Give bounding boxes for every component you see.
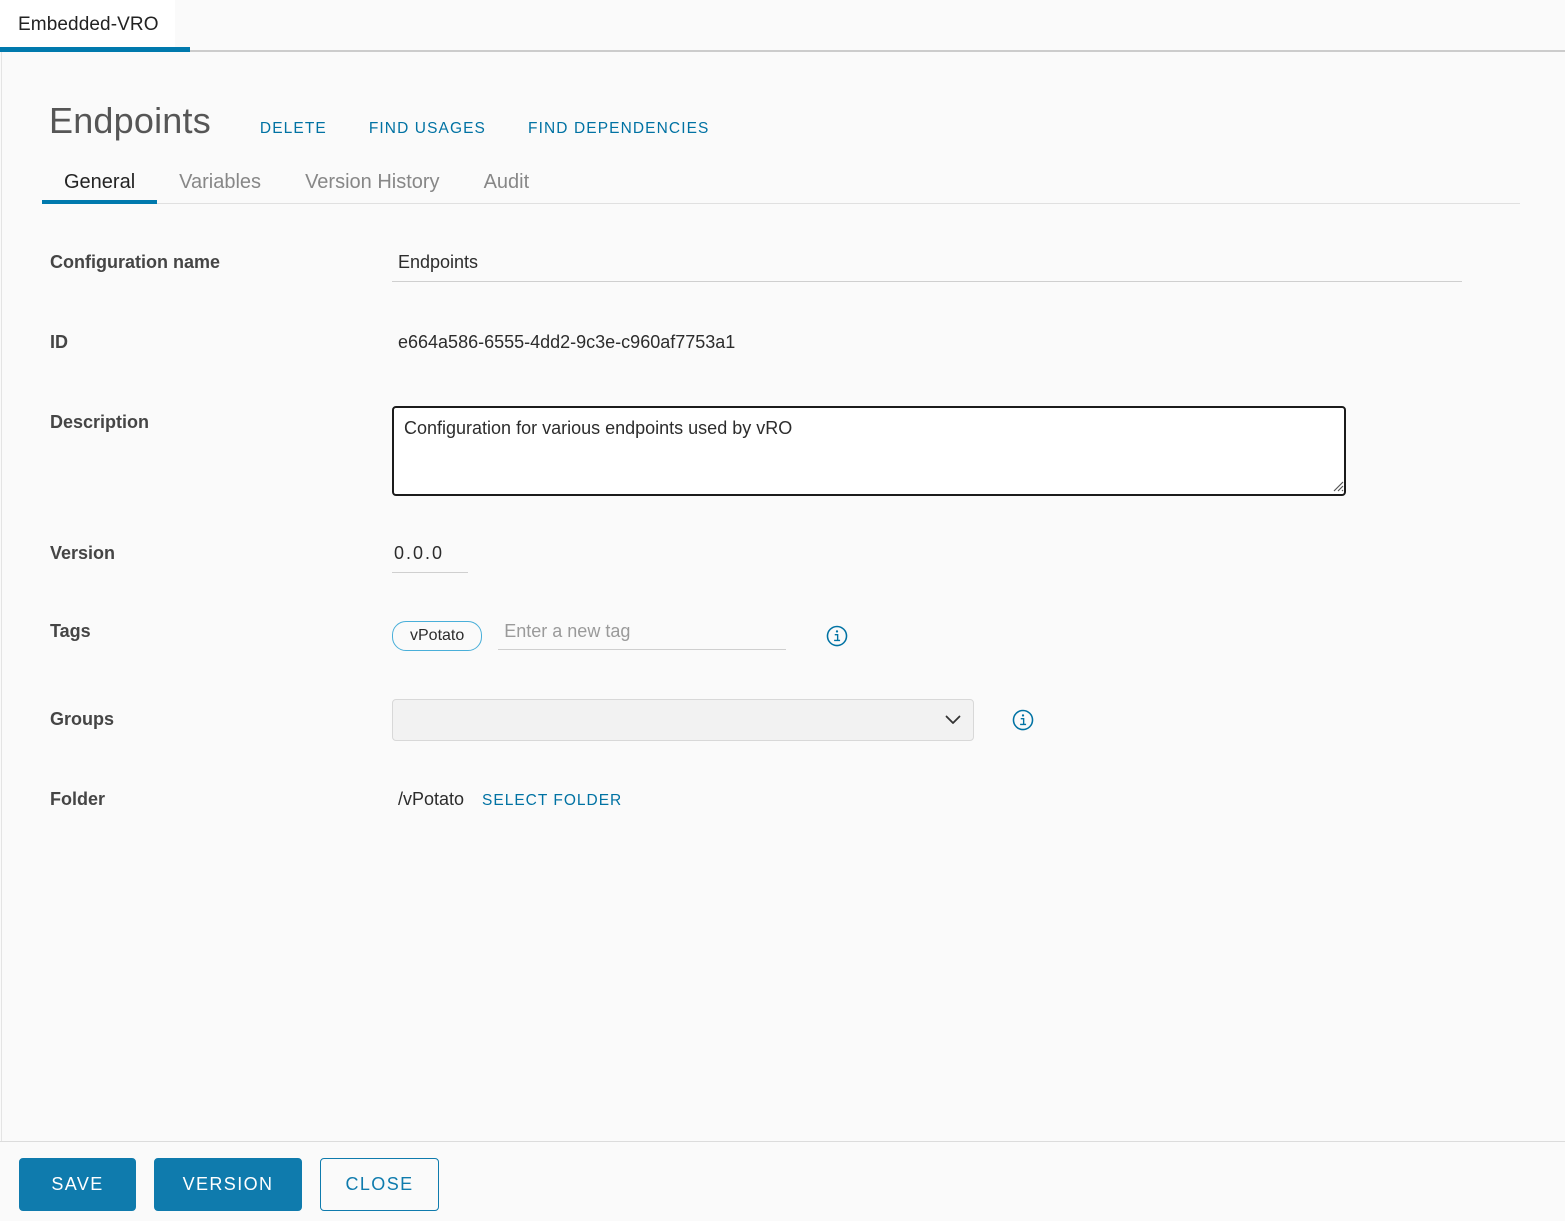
description-control: Configuration for various endpoints used… xyxy=(392,405,1565,501)
content-panel: Endpoints DELETE FIND USAGES FIND DEPEND… xyxy=(1,52,1565,1141)
folder-wrapper: /vPotato SELECT FOLDER xyxy=(392,789,1565,810)
row-configuration-name: Configuration name xyxy=(2,252,1565,282)
tab-version-history[interactable]: Version History xyxy=(283,162,462,203)
version-button[interactable]: VERSION xyxy=(154,1158,302,1211)
description-label: Description xyxy=(50,411,150,432)
groups-info-circle-icon[interactable] xyxy=(1012,709,1034,731)
tab-audit[interactable]: Audit xyxy=(462,162,552,203)
tags-info-circle-icon[interactable] xyxy=(826,625,848,647)
row-tags: Tags vPotato xyxy=(2,620,1565,651)
new-tag-input[interactable] xyxy=(498,621,787,651)
page-title: Endpoints xyxy=(49,100,211,141)
page-header: Endpoints DELETE FIND USAGES FIND DEPEND… xyxy=(49,100,709,142)
row-version: Version xyxy=(2,542,1565,573)
configuration-name-input[interactable] xyxy=(392,252,1462,282)
id-control: e664a586-6555-4dd2-9c3e-c960af7753a1 xyxy=(392,332,1565,354)
find-usages-action[interactable]: FIND USAGES xyxy=(369,120,486,138)
delete-action[interactable]: DELETE xyxy=(260,120,327,138)
tab-general[interactable]: General xyxy=(42,162,158,204)
groups-label: Groups xyxy=(50,708,115,729)
app-tab-label: Embedded-VRO xyxy=(18,14,159,35)
tags-control: vPotato xyxy=(392,620,1565,651)
save-button[interactable]: SAVE xyxy=(19,1158,136,1211)
groups-select[interactable] xyxy=(392,698,974,741)
tab-audit-label: Audit xyxy=(483,171,530,193)
application-tab-bar: Embedded-VRO xyxy=(0,0,1565,52)
tab-general-label: General xyxy=(64,171,136,193)
find-dependencies-action[interactable]: FIND DEPENDENCIES xyxy=(528,120,709,138)
version-input[interactable] xyxy=(392,542,468,573)
configuration-name-label: Configuration name xyxy=(50,252,220,272)
close-button[interactable]: CLOSE xyxy=(320,1158,439,1211)
app-tab-embedded-vro[interactable]: Embedded-VRO xyxy=(0,0,175,50)
configuration-name-control xyxy=(392,252,1565,282)
section-tabs: General Variables Version History Audit xyxy=(42,162,1520,204)
folder-label: Folder xyxy=(50,788,106,809)
tags-wrapper: vPotato xyxy=(392,620,1565,651)
tab-variables[interactable]: Variables xyxy=(157,162,283,203)
header-action-bar: DELETE FIND USAGES FIND DEPENDENCIES xyxy=(260,120,710,138)
version-label: Version xyxy=(50,542,116,563)
description-textarea[interactable]: Configuration for various endpoints used… xyxy=(392,405,1346,496)
folder-path-value: /vPotato xyxy=(398,788,465,809)
id-value: e664a586-6555-4dd2-9c3e-c960af7753a1 xyxy=(398,332,736,352)
row-description: Description Configuration for various en… xyxy=(2,405,1565,501)
groups-control xyxy=(392,698,1565,741)
row-id: ID e664a586-6555-4dd2-9c3e-c960af7753a1 xyxy=(2,332,1565,354)
select-folder-action[interactable]: SELECT FOLDER xyxy=(482,792,622,810)
folder-control: /vPotato SELECT FOLDER xyxy=(392,789,1565,810)
general-form: Configuration name ID e664a586-6555-4dd2… xyxy=(2,252,1565,810)
tab-variables-label: Variables xyxy=(179,171,262,193)
row-folder: Folder /vPotato SELECT FOLDER xyxy=(2,789,1565,811)
footer-action-bar: SAVE VERSION CLOSE xyxy=(0,1141,1565,1221)
tab-version-history-label: Version History xyxy=(305,171,440,193)
tags-label: Tags xyxy=(50,620,91,641)
groups-select-wrapper xyxy=(392,698,974,741)
version-control xyxy=(392,542,1565,573)
id-label: ID xyxy=(50,332,68,352)
tag-pill[interactable]: vPotato xyxy=(392,620,483,651)
row-groups: Groups xyxy=(2,698,1565,741)
